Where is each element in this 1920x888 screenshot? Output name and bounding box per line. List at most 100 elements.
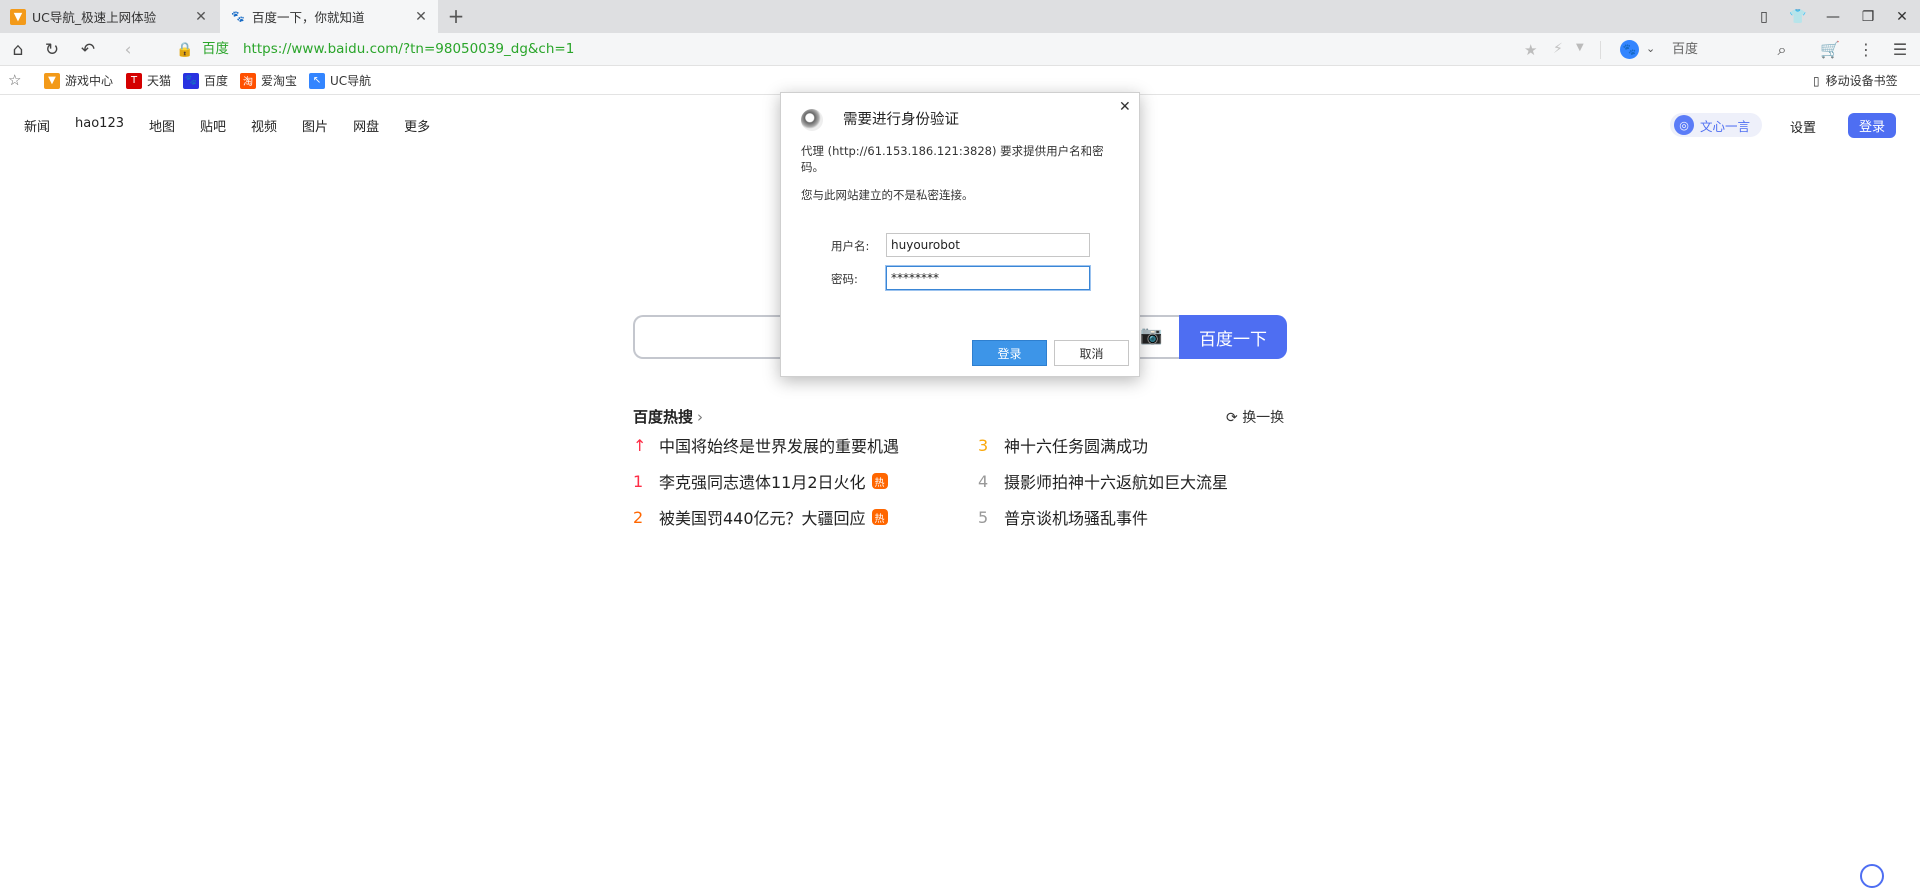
chevron-down-icon[interactable]: ⌄ bbox=[1646, 42, 1655, 55]
nav-tieba[interactable]: 贴吧 bbox=[200, 116, 226, 135]
site-name: 百度 bbox=[202, 41, 229, 57]
wenxin-label: 文心一言 bbox=[1700, 118, 1751, 134]
username-field[interactable] bbox=[886, 233, 1090, 257]
hot-item-text: 中国将始终是世界发展的重要机遇 bbox=[659, 437, 900, 456]
bookmark-label: UC导航 bbox=[330, 74, 372, 88]
phone-icon: ▯ bbox=[1813, 73, 1820, 88]
nav-video[interactable]: 视频 bbox=[251, 116, 277, 135]
bookmark-aitaobao[interactable]: 淘 爱淘宝 bbox=[240, 66, 297, 95]
dialog-note: 您与此网站建立的不是私密连接。 bbox=[801, 188, 974, 202]
bookmark-label: 天猫 bbox=[147, 74, 172, 88]
hot-item-text: 摄影师拍神十六返航如巨大流星 bbox=[1004, 473, 1229, 492]
camera-icon[interactable]: 📷 bbox=[1140, 325, 1162, 346]
search-engine-name[interactable]: 百度 bbox=[1672, 33, 1698, 66]
nav-more[interactable]: 更多 bbox=[404, 116, 430, 135]
username-label: 用户名: bbox=[831, 239, 870, 253]
bookmarks-bar: ☆ ▼ 游戏中心 T 天猫 🐾 百度 淘 爱淘宝 ↖ UC导航 ▯ 移动设备书签 bbox=[0, 66, 1920, 95]
nav-images[interactable]: 图片 bbox=[302, 116, 328, 135]
hot-item-text: 李克强同志遗体11月2日火化 bbox=[659, 473, 866, 492]
close-icon[interactable]: ✕ bbox=[194, 9, 208, 25]
nav-netdisk[interactable]: 网盘 bbox=[353, 116, 379, 135]
bookmark-tmall[interactable]: T 天猫 bbox=[126, 66, 171, 95]
mobile-bookmarks[interactable]: ▯ 移动设备书签 bbox=[1813, 66, 1898, 95]
dialog-message: 代理 (http://61.153.186.121:3828) 要求提供用户名和… bbox=[801, 144, 1104, 174]
bookmark-label: 百度 bbox=[204, 74, 229, 88]
taobao-icon: 淘 bbox=[240, 72, 256, 89]
lock-icon[interactable]: 🔒 bbox=[176, 41, 194, 59]
refresh-button[interactable]: ⟳ 换一换 bbox=[1226, 407, 1284, 427]
nav-news[interactable]: 新闻 bbox=[24, 116, 50, 135]
wenxin-icon: ◎ bbox=[1674, 115, 1694, 135]
baidu-paw-icon[interactable]: 🐾 bbox=[1620, 40, 1639, 59]
wenxin-button[interactable]: ◎ 文心一言 bbox=[1670, 113, 1763, 137]
divider bbox=[1600, 41, 1601, 59]
bookmark-uc-nav[interactable]: ↖ UC导航 bbox=[309, 66, 371, 95]
password-field[interactable] bbox=[886, 266, 1090, 290]
settings-link[interactable]: 设置 bbox=[1790, 117, 1816, 136]
uc-nav-icon: ↖ bbox=[309, 72, 325, 89]
pinned-top-icon: ↑ bbox=[633, 435, 647, 455]
new-tab-button[interactable]: + bbox=[444, 4, 468, 28]
tmall-icon: T bbox=[126, 72, 142, 89]
search-icon[interactable]: ⌕ bbox=[1768, 33, 1796, 66]
login-confirm-button[interactable]: 登录 bbox=[972, 340, 1047, 366]
star-outline-icon[interactable]: ☆ bbox=[8, 71, 21, 89]
address-toolbar: ⌂ ↻ ↶ ‹ 🔒 百度 https://www.baidu.com/?tn=9… bbox=[0, 33, 1920, 66]
hot-item[interactable]: 4 摄影师拍神十六返航如巨大流星 bbox=[978, 470, 1229, 493]
lightning-icon[interactable]: ⚡ bbox=[1553, 41, 1563, 57]
baidu-paw-icon: 🐾 bbox=[231, 10, 245, 23]
minimize-button[interactable]: — bbox=[1815, 0, 1851, 33]
bookmark-game-center[interactable]: ▼ 游戏中心 bbox=[44, 66, 113, 95]
bookmark-label: 爱淘宝 bbox=[261, 74, 298, 88]
hot-rank: 4 bbox=[978, 471, 989, 491]
uc-icon: ▼ bbox=[10, 8, 26, 25]
mobile-bookmarks-label: 移动设备书签 bbox=[1825, 74, 1898, 88]
search-button[interactable]: 百度一下 bbox=[1179, 315, 1287, 359]
refresh-label: 换一换 bbox=[1242, 410, 1285, 426]
chevron-down-icon[interactable]: ▼ bbox=[1576, 42, 1584, 53]
login-button[interactable]: 登录 bbox=[1848, 113, 1896, 138]
game-icon: ▼ bbox=[44, 72, 60, 89]
url-field[interactable]: https://www.baidu.com/?tn=98050039_dg&ch… bbox=[243, 33, 574, 66]
dialog-title: 需要进行身份验证 bbox=[843, 112, 959, 128]
tab-uc-nav[interactable]: ▼ UC导航_极速上网体验 ✕ bbox=[0, 0, 218, 33]
hot-item[interactable]: 2 被美国罚440亿元？大疆回应 热 bbox=[633, 506, 888, 528]
hot-search-title[interactable]: 百度热搜 › bbox=[633, 406, 703, 427]
hot-item-text: 神十六任务圆满成功 bbox=[1004, 437, 1149, 456]
baidu-paw-icon: 🐾 bbox=[183, 72, 199, 89]
more-vertical-icon[interactable]: ⋮ bbox=[1852, 33, 1880, 66]
restore-button[interactable]: ❐ bbox=[1850, 0, 1886, 33]
undo-icon[interactable]: ↶ bbox=[74, 33, 102, 66]
tab-strip: ▼ UC导航_极速上网体验 ✕ 🐾 百度一下，你就知道 ✕ + ▯ 👕 — ❐ … bbox=[0, 0, 1920, 33]
nav-map[interactable]: 地图 bbox=[149, 116, 175, 135]
hot-rank: 5 bbox=[978, 507, 989, 527]
top-nav: 新闻 hao123 地图 贴吧 视频 图片 网盘 更多 bbox=[24, 116, 455, 135]
back-icon[interactable]: ‹ bbox=[114, 33, 142, 66]
menu-icon[interactable]: ☰ bbox=[1886, 33, 1914, 66]
home-icon[interactable]: ⌂ bbox=[4, 33, 32, 66]
hot-item[interactable]: 3 神十六任务圆满成功 bbox=[978, 434, 1149, 457]
refresh-icon: ⟳ bbox=[1226, 410, 1238, 426]
window-close-button[interactable]: ✕ bbox=[1884, 0, 1920, 33]
tab-baidu[interactable]: 🐾 百度一下，你就知道 ✕ bbox=[220, 0, 438, 33]
tab-title: UC导航_极速上网体验 bbox=[32, 10, 157, 25]
assistant-icon[interactable] bbox=[1860, 864, 1884, 888]
close-icon[interactable]: ✕ bbox=[1119, 99, 1131, 115]
tab-title: 百度一下，你就知道 bbox=[252, 10, 365, 25]
hot-item[interactable]: ↑ 中国将始终是世界发展的重要机遇 bbox=[633, 434, 900, 457]
tile-windows-icon[interactable]: ▯ bbox=[1746, 0, 1782, 33]
cart-icon[interactable]: 🛒 bbox=[1816, 33, 1844, 66]
hot-item-text: 被美国罚440亿元？大疆回应 bbox=[659, 509, 866, 528]
hot-item[interactable]: 5 普京谈机场骚乱事件 bbox=[978, 506, 1148, 529]
bookmark-baidu[interactable]: 🐾 百度 bbox=[183, 66, 228, 95]
bookmark-star-icon[interactable]: ★ bbox=[1524, 41, 1537, 59]
close-icon[interactable]: ✕ bbox=[414, 9, 428, 25]
chevron-right-icon: › bbox=[697, 408, 704, 426]
password-label: 密码: bbox=[831, 272, 858, 286]
cancel-button[interactable]: 取消 bbox=[1054, 340, 1129, 366]
hot-item[interactable]: 1 李克强同志遗体11月2日火化 热 bbox=[633, 470, 888, 492]
skin-icon[interactable]: 👕 bbox=[1780, 0, 1816, 33]
reload-icon[interactable]: ↻ bbox=[38, 33, 66, 66]
bookmark-label: 游戏中心 bbox=[65, 74, 114, 88]
nav-hao123[interactable]: hao123 bbox=[75, 116, 124, 135]
